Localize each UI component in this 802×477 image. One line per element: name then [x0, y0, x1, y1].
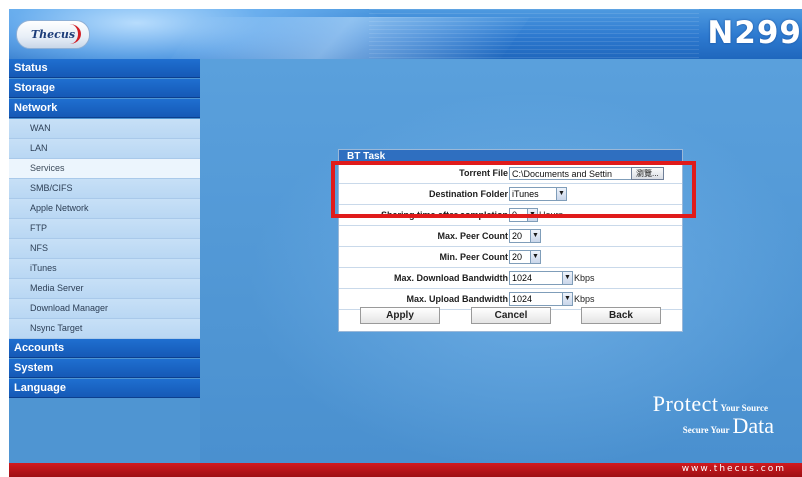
dialog-title: BT Task: [339, 150, 682, 163]
torrent-file-input[interactable]: C:\Documents and Settin: [509, 166, 633, 180]
max-upload-value: 1024: [509, 292, 562, 306]
min-peer-row: Min. Peer Count 20 ▼: [339, 247, 682, 268]
max-download-value: 1024: [509, 271, 562, 285]
sidebar-item-apple-network[interactable]: Apple Network: [9, 199, 200, 219]
sidebar-item-wan[interactable]: WAN: [9, 119, 200, 139]
max-peer-value: 20: [509, 229, 530, 243]
chevron-down-icon: ▼: [527, 208, 538, 222]
nav-category-language[interactable]: Language: [9, 379, 200, 398]
app-frame: Thecus N299 Status Storage Network WAN L…: [9, 9, 802, 477]
thecus-logo: Thecus: [16, 20, 90, 49]
back-button[interactable]: Back: [581, 307, 661, 324]
max-download-control: 1024 ▼ Kbps: [509, 271, 595, 285]
model-name: N299: [707, 15, 802, 51]
torrent-file-control: C:\Documents and Settin 瀏覽...: [509, 166, 664, 180]
torrent-file-row: Torrent File C:\Documents and Settin 瀏覽.…: [339, 163, 682, 184]
max-peer-label: Max. Peer Count: [437, 231, 508, 241]
max-upload-control: 1024 ▼ Kbps: [509, 292, 595, 306]
chevron-down-icon: ▼: [530, 229, 541, 243]
nav-category-accounts[interactable]: Accounts: [9, 339, 200, 358]
sidebar-item-media-server[interactable]: Media Server: [9, 279, 200, 299]
chevron-down-icon: ▼: [556, 187, 567, 201]
max-upload-unit: Kbps: [574, 294, 595, 304]
min-peer-value: 20: [509, 250, 530, 264]
torrent-file-label: Torrent File: [459, 168, 508, 178]
main-content: BT Task Torrent File C:\Documents and Se…: [200, 59, 802, 463]
sidebar-item-nfs[interactable]: NFS: [9, 239, 200, 259]
logo-swoosh-icon: [58, 24, 81, 44]
chevron-down-icon: ▼: [562, 292, 573, 306]
browse-button[interactable]: 瀏覽...: [631, 166, 664, 180]
nav-category-status[interactable]: Status: [9, 59, 200, 78]
chevron-down-icon: ▼: [530, 250, 541, 264]
sharing-time-control: 0 ▼ Hours: [509, 208, 563, 222]
sharing-time-label: Sharing time after completion: [380, 210, 508, 220]
banner-streaks: [369, 9, 699, 59]
sidebar-nav: Status Storage Network WAN LAN Services …: [9, 59, 200, 398]
sidebar-item-smb-cifs[interactable]: SMB/CIFS: [9, 179, 200, 199]
slogan: Protect Your Source Secure Your Data: [653, 391, 774, 439]
sharing-time-select[interactable]: 0 ▼: [509, 208, 538, 222]
sharing-time-unit: Hours: [539, 210, 564, 220]
bt-task-dialog: BT Task Torrent File C:\Documents and Se…: [338, 149, 683, 332]
nav-category-system[interactable]: System: [9, 359, 200, 378]
footer-bar: www.thecus.com: [9, 463, 802, 477]
sidebar-item-services[interactable]: Services: [9, 159, 200, 179]
max-download-row: Max. Download Bandwidth 1024 ▼ Kbps: [339, 268, 682, 289]
max-peer-row: Max. Peer Count 20 ▼: [339, 226, 682, 247]
min-peer-label: Min. Peer Count: [439, 252, 508, 262]
sidebar-item-download-manager[interactable]: Download Manager: [9, 299, 200, 319]
sharing-time-row: Sharing time after completion 0 ▼ Hours: [339, 205, 682, 226]
slogan-secure-your: Secure Your: [682, 425, 730, 435]
sidebar-item-itunes[interactable]: iTunes: [9, 259, 200, 279]
chevron-down-icon: ▼: [562, 271, 573, 285]
destination-folder-select[interactable]: iTunes ▼: [509, 187, 567, 201]
header-banner: Thecus N299: [9, 9, 802, 59]
max-download-unit: Kbps: [574, 273, 595, 283]
slogan-your-source: Your Source: [720, 403, 768, 413]
apply-button[interactable]: Apply: [360, 307, 440, 324]
sidebar-item-nsync-target[interactable]: Nsync Target: [9, 319, 200, 339]
sharing-time-value: 0: [509, 208, 527, 222]
max-upload-select[interactable]: 1024 ▼: [509, 292, 573, 306]
nav-category-network[interactable]: Network: [9, 99, 200, 118]
slogan-data: Data: [732, 413, 774, 438]
nav-category-storage[interactable]: Storage: [9, 79, 200, 98]
dialog-button-bar: Apply Cancel Back: [339, 305, 682, 327]
destination-folder-label: Destination Folder: [428, 189, 508, 199]
footer-url[interactable]: www.thecus.com: [682, 464, 786, 474]
max-download-select[interactable]: 1024 ▼: [509, 271, 573, 285]
max-peer-select[interactable]: 20 ▼: [509, 229, 541, 243]
sidebar-item-lan[interactable]: LAN: [9, 139, 200, 159]
cancel-button[interactable]: Cancel: [471, 307, 551, 324]
destination-folder-row: Destination Folder iTunes ▼: [339, 184, 682, 205]
min-peer-select[interactable]: 20 ▼: [509, 250, 541, 264]
sidebar-item-ftp[interactable]: FTP: [9, 219, 200, 239]
destination-folder-value: iTunes: [509, 187, 556, 201]
max-download-label: Max. Download Bandwidth: [394, 273, 508, 283]
